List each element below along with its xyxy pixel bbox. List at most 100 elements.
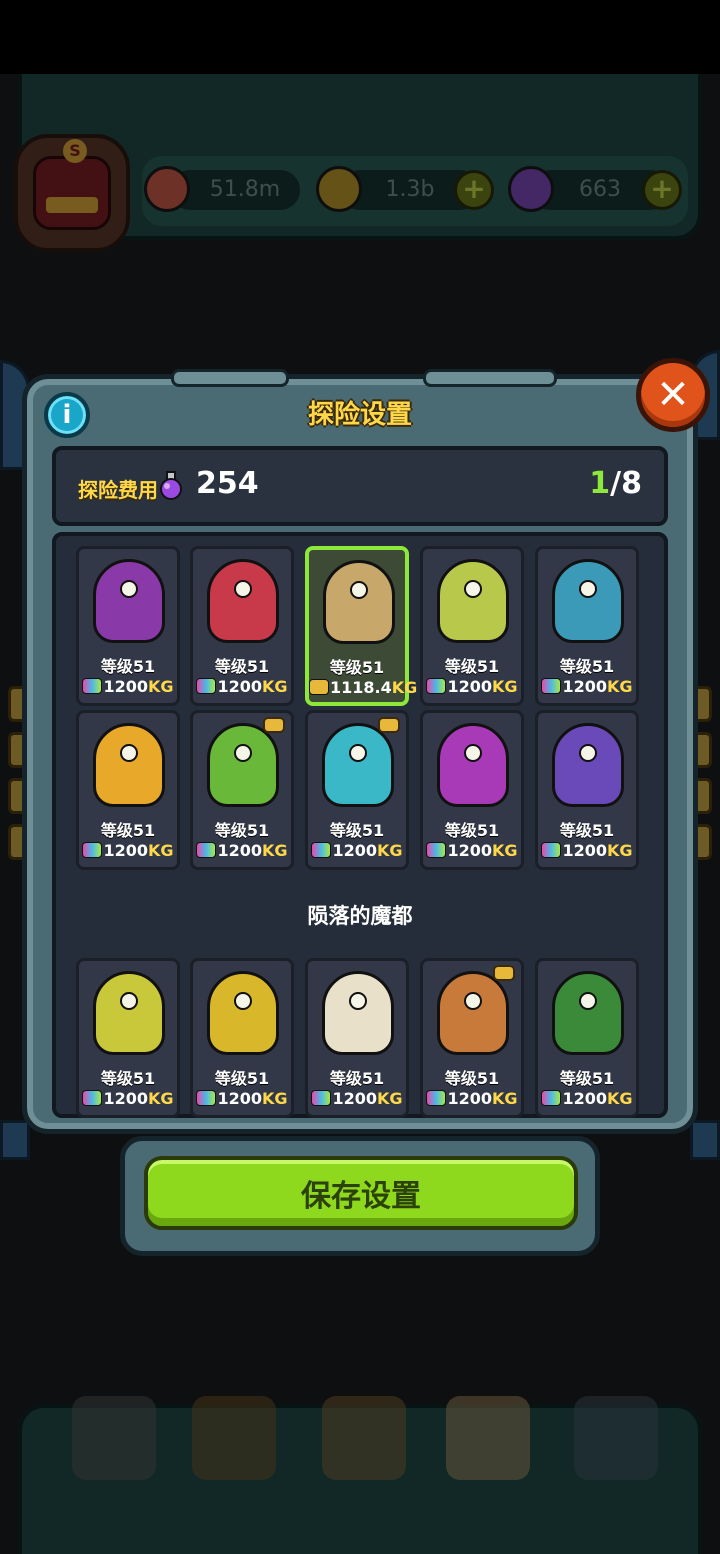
monster-portrait-icon <box>322 971 394 1055</box>
monster-portrait-icon <box>552 971 624 1055</box>
monster-weight: 1200KG <box>308 1089 406 1108</box>
team-count-max: /8 <box>610 466 642 501</box>
weight-bag-icon <box>541 842 562 858</box>
monster-portrait-icon <box>552 723 624 807</box>
cost-label: 探险费用 <box>78 478 158 502</box>
monster-level: 等级51 <box>444 657 500 676</box>
monster-card[interactable]: 等级51 1200KG <box>76 958 180 1118</box>
monster-level: 等级51 <box>329 1069 385 1088</box>
monster-card[interactable]: 等级51 1200KG <box>420 958 524 1118</box>
weight-value: 1200 <box>103 841 148 860</box>
potion-icon <box>160 471 182 500</box>
weight-unit: KG <box>492 841 518 860</box>
monster-portrait-icon <box>93 723 165 807</box>
weight-value: 1200 <box>217 841 262 860</box>
weight-unit: KG <box>262 841 288 860</box>
weight-unit: KG <box>607 677 633 696</box>
monster-level: 等级51 <box>214 1069 270 1088</box>
monster-level: 等级51 <box>559 1069 615 1088</box>
monster-card[interactable]: 等级51 1200KG <box>535 546 639 706</box>
weight-bag-icon <box>196 678 217 694</box>
monster-card[interactable]: 等级51 1200KG <box>420 710 524 870</box>
dialog-title: 探险设置 <box>307 400 412 430</box>
monster-weight: 1200KG <box>193 677 291 696</box>
weight-unit: KG <box>492 1089 518 1108</box>
monster-card[interactable]: 等级51 1200KG <box>76 710 180 870</box>
team-count-current: 1 <box>589 466 611 501</box>
monster-card[interactable]: 等级51 1200KG <box>420 546 524 706</box>
monster-portrait-icon <box>207 559 279 643</box>
monster-level: 等级51 <box>100 657 156 676</box>
monster-card[interactable]: 等级51 1200KG <box>76 546 180 706</box>
monster-level: 等级51 <box>214 657 270 676</box>
weight-bag-icon <box>196 1090 217 1106</box>
monster-portrait-icon <box>207 723 279 807</box>
weight-value: 1200 <box>562 1089 607 1108</box>
monster-card[interactable]: 等级51 1200KG <box>190 958 294 1118</box>
monster-weight: 1200KG <box>423 1089 521 1108</box>
weight-bag-icon <box>82 1090 103 1106</box>
monster-weight: 1200KG <box>538 677 636 696</box>
monster-card[interactable]: 等级51 1200KG <box>535 958 639 1118</box>
monster-weight: 1200KG <box>193 1089 291 1108</box>
pipe-decoration <box>690 1120 720 1160</box>
monster-portrait-icon <box>93 559 165 643</box>
weight-value: 1200 <box>332 841 377 860</box>
weight-unit: KG <box>377 1089 403 1108</box>
monster-card[interactable]: 等级51 1200KG <box>190 546 294 706</box>
weight-bag-icon <box>309 679 329 695</box>
monster-portrait-icon <box>552 559 624 643</box>
weight-value: 1200 <box>217 677 262 696</box>
weight-bag-icon <box>82 678 103 694</box>
weight-unit: KG <box>262 677 288 696</box>
monster-portrait-icon <box>437 971 509 1055</box>
monster-card[interactable]: 等级51 1118.4KG <box>305 546 417 706</box>
weight-unit: KG <box>607 841 633 860</box>
monster-card[interactable]: 等级51 1200KG <box>190 710 294 870</box>
monster-weight: 1200KG <box>538 1089 636 1108</box>
monster-weight: 1200KG <box>308 841 406 860</box>
save-settings-button[interactable]: 保存设置 <box>144 1156 578 1230</box>
monster-weight: 1200KG <box>193 841 291 860</box>
monster-level: 等级51 <box>444 821 500 840</box>
monster-weight: 1118.4KG <box>309 678 417 697</box>
monster-level: 等级51 <box>214 821 270 840</box>
weight-bag-icon <box>426 842 447 858</box>
pipe-decoration <box>0 1120 30 1160</box>
weight-value: 1200 <box>447 1089 492 1108</box>
weight-value: 1200 <box>562 841 607 860</box>
ticket-badge-icon <box>263 717 285 733</box>
weight-unit: KG <box>262 1089 288 1108</box>
monster-level: 等级51 <box>559 657 615 676</box>
monster-level: 等级51 <box>329 821 385 840</box>
team-count: 1/8 <box>589 466 642 501</box>
weight-value: 1200 <box>217 1089 262 1108</box>
cost-value: 254 <box>196 466 259 501</box>
weight-unit: KG <box>148 1089 174 1108</box>
monster-portrait-icon <box>437 723 509 807</box>
weight-bag-icon <box>311 842 332 858</box>
monster-portrait-icon <box>322 723 394 807</box>
weight-unit: KG <box>391 678 418 697</box>
ticket-badge-icon <box>493 965 515 981</box>
status-bar <box>0 0 720 74</box>
weight-value: 1200 <box>332 1089 377 1108</box>
monster-level: 等级51 <box>100 1069 156 1088</box>
monster-card[interactable]: 等级51 1200KG <box>305 710 409 870</box>
ticket-badge-icon <box>378 717 400 733</box>
weight-unit: KG <box>607 1089 633 1108</box>
weight-bag-icon <box>426 678 447 694</box>
weight-bag-icon <box>541 1090 562 1106</box>
monster-level: 等级51 <box>444 1069 500 1088</box>
monster-portrait-icon <box>207 971 279 1055</box>
weight-unit: KG <box>377 841 403 860</box>
monster-weight: 1200KG <box>79 841 177 860</box>
monster-card[interactable]: 等级51 1200KG <box>535 710 639 870</box>
monster-card[interactable]: 等级51 1200KG <box>305 958 409 1118</box>
weight-value: 1200 <box>103 1089 148 1108</box>
weight-value: 1200 <box>103 677 148 696</box>
monster-portrait-icon <box>93 971 165 1055</box>
monster-weight: 1200KG <box>79 1089 177 1108</box>
monster-weight: 1200KG <box>423 841 521 860</box>
monster-weight: 1200KG <box>538 841 636 860</box>
